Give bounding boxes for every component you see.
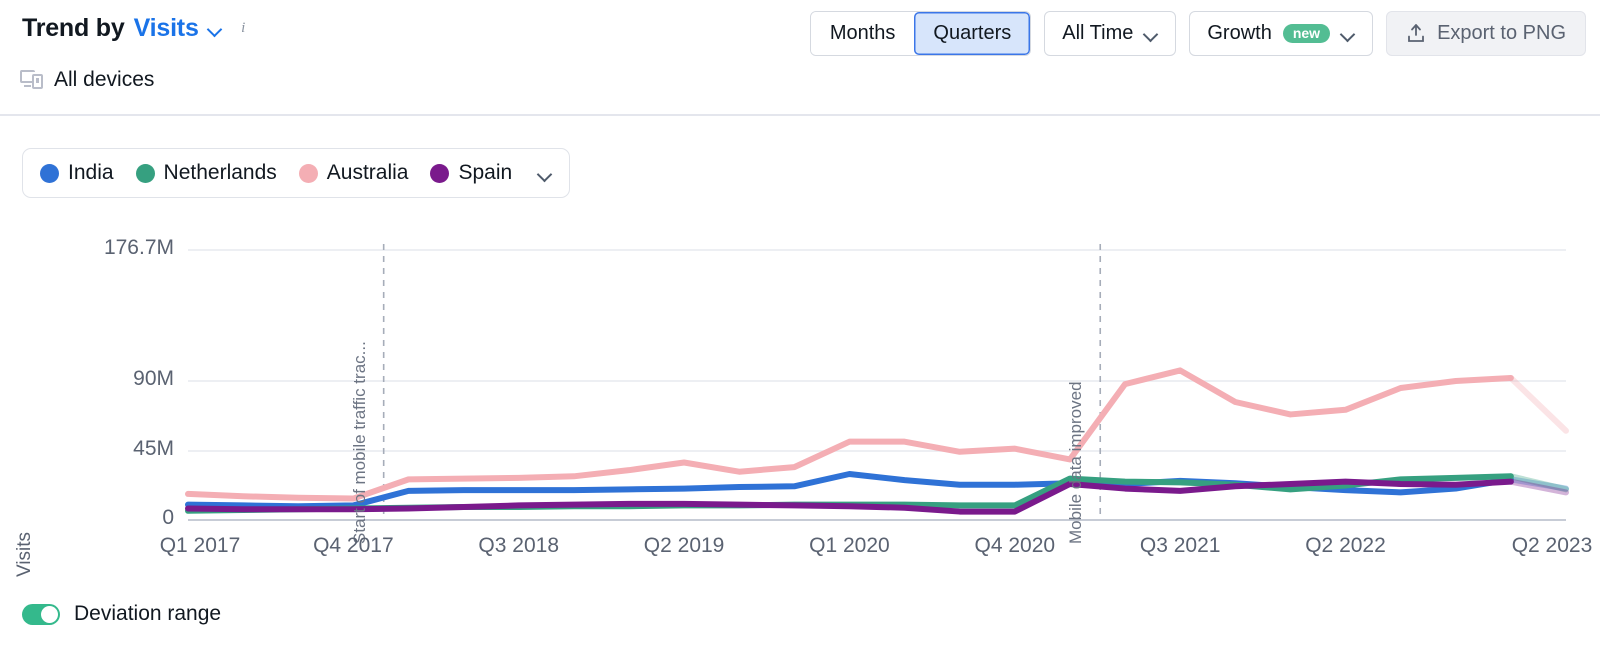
devices-filter[interactable]: All devices [20, 68, 154, 92]
legend-item-label: India [68, 161, 114, 184]
legend-item-label: Australia [326, 161, 409, 184]
panel-header: Trend by Visits i All devices Months Qua… [0, 0, 1600, 116]
toolbar: Months Quarters All Time Growth new Expo… [809, 11, 1586, 56]
x-axis-tick-label: Q1 2017 [159, 534, 241, 557]
export-upload-icon [1408, 24, 1424, 42]
all-devices-icon [20, 69, 44, 91]
chevron-down-icon[interactable] [538, 169, 552, 178]
x-axis-ticks: Q1 2017 Q4 2017 Q3 2018 Q2 2019 Q1 2020 Q4 20… [0, 534, 1600, 574]
legend-color-dot [430, 163, 450, 183]
export-label: Export to PNG [1437, 22, 1566, 44]
new-badge: new [1282, 24, 1331, 43]
date-range-dropdown[interactable]: All Time [1044, 11, 1177, 56]
deviation-range-toggle[interactable] [22, 603, 60, 625]
x-axis-tick-label: Q1 2020 [809, 534, 890, 557]
legend-color-dot [298, 163, 318, 183]
trend-chart-panel: Trend by Visits i All devices Months Qua… [0, 0, 1600, 671]
x-axis-tick-label: Q3 2018 [478, 534, 560, 557]
chart-annotation-label: Start of mobile traffic trac... [349, 341, 369, 544]
deviation-range-control[interactable]: Deviation range [22, 602, 221, 626]
series-forecast-australia [1507, 374, 1569, 434]
mode-label: Growth [1207, 22, 1272, 44]
chart-area: Visits 176.7M 90M 45M 0 Start of mobile tra… [0, 222, 1600, 582]
legend-item-india[interactable]: India [40, 161, 114, 185]
chart-annotation-label: Mobile data improved [1066, 381, 1086, 544]
mode-dropdown[interactable]: Growth new [1189, 11, 1374, 56]
x-axis-tick-label: Q3 2021 [1139, 534, 1221, 557]
x-axis-tick-label: Q4 2017 [313, 534, 394, 557]
chevron-down-icon[interactable] [208, 24, 222, 33]
legend-item-spain[interactable]: Spain [430, 161, 512, 185]
x-axis-tick-label: Q2 2023 [1511, 534, 1593, 557]
metric-selector-label[interactable]: Visits [134, 14, 199, 43]
x-axis-tick-label: Q2 2022 [1305, 534, 1386, 557]
chevron-down-icon [1341, 29, 1355, 38]
granularity-option-quarters[interactable]: Quarters [914, 12, 1031, 55]
title-prefix: Trend by [22, 14, 125, 42]
granularity-option-months[interactable]: Months [810, 12, 915, 55]
date-range-label: All Time [1062, 22, 1134, 44]
legend-item-australia[interactable]: Australia [298, 161, 409, 185]
x-axis-tick-label: Q2 2019 [643, 534, 725, 557]
page-title: Trend by Visits i [22, 14, 252, 43]
chevron-down-icon [1144, 29, 1158, 38]
series-line-australia [185, 367, 1514, 502]
header-divider [0, 114, 1600, 116]
info-icon[interactable]: i [235, 20, 252, 37]
devices-label: All devices [54, 68, 155, 91]
legend-item-label: Netherlands [163, 161, 277, 184]
series-legend: India Netherlands Australia Spain [22, 148, 571, 198]
x-axis-tick-label: Q4 2020 [974, 534, 1056, 557]
export-to-png-button[interactable]: Export to PNG [1386, 11, 1586, 56]
legend-color-dot [40, 163, 59, 183]
granularity-toggle-group: Months Quarters [809, 11, 1032, 56]
legend-item-label: Spain [458, 161, 513, 184]
plot-svg [185, 244, 1569, 521]
deviation-range-label: Deviation range [74, 602, 222, 625]
legend-item-netherlands[interactable]: Netherlands [135, 161, 277, 185]
legend-color-dot [135, 163, 155, 183]
